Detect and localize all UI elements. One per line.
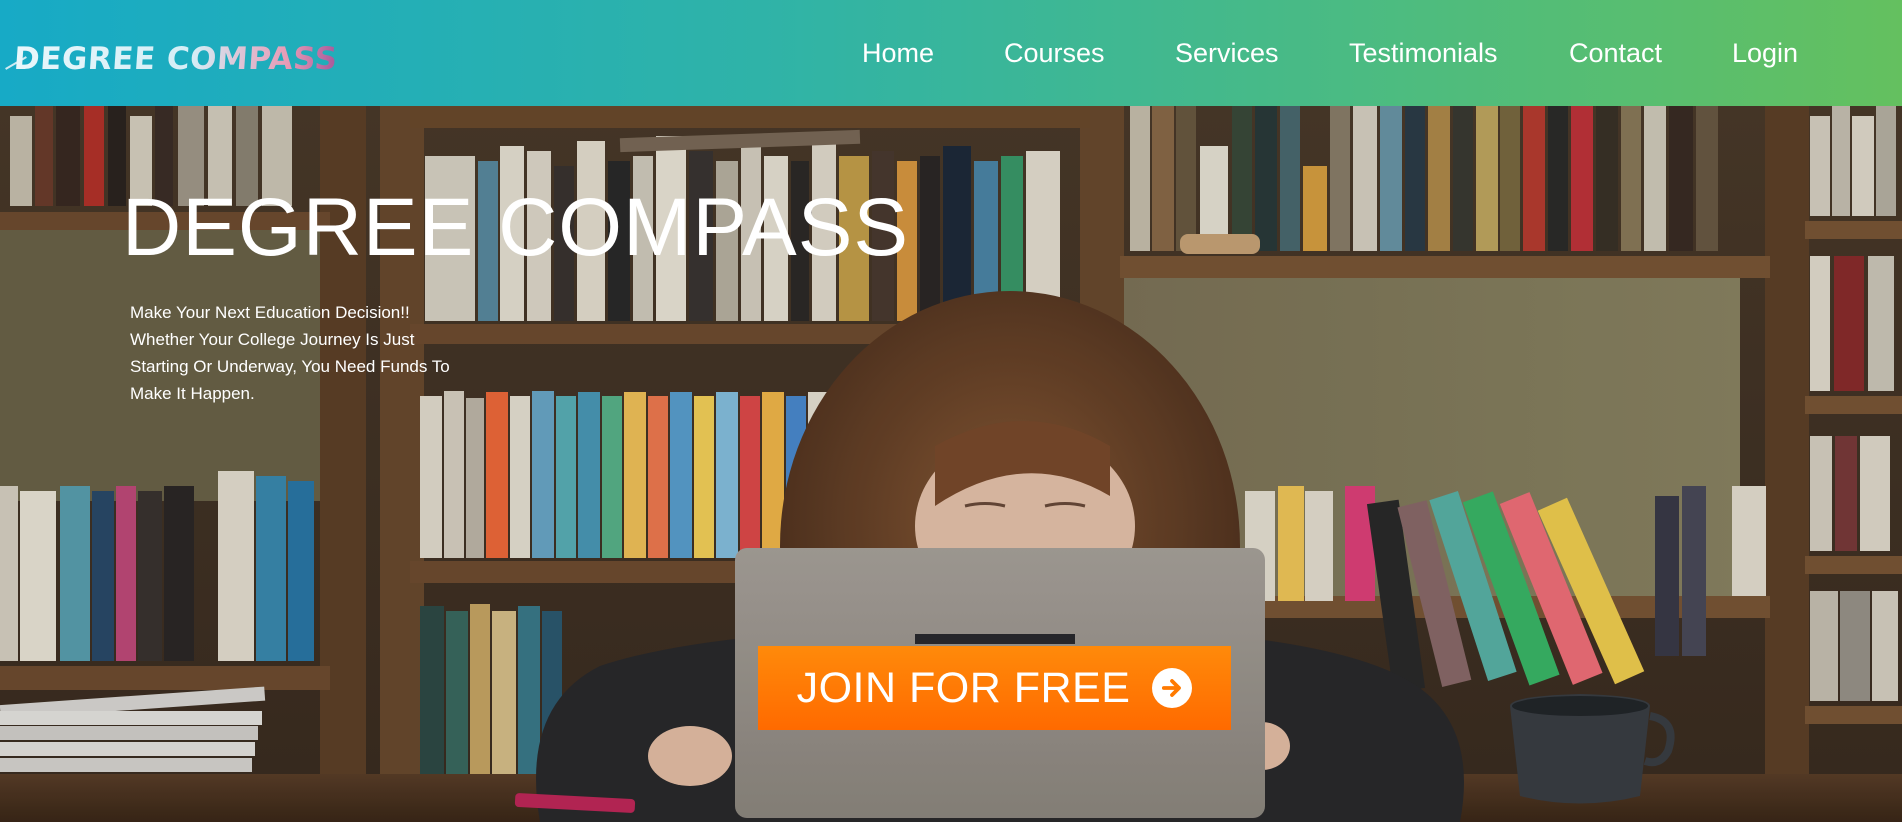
arrow-right-circle-icon: [1152, 668, 1193, 708]
join-button-label: JOIN FOR FREE: [796, 663, 1131, 712]
hero-title: DEGREE COMPASS: [122, 182, 910, 273]
nav-link-login[interactable]: Login: [1732, 0, 1812, 106]
join-for-free-button[interactable]: JOIN FOR FREE: [758, 646, 1231, 730]
nav-link-services[interactable]: Services: [1175, 0, 1295, 106]
nav-link-courses[interactable]: Courses: [1004, 0, 1114, 106]
top-nav-bar: DEGREE COMPASS Home Courses Services Tes…: [0, 0, 1902, 106]
hero-section: DEGREE COMPASS Make Your Next Education …: [0, 106, 1902, 822]
nav-link-contact[interactable]: Contact: [1569, 0, 1679, 106]
nav-link-home[interactable]: Home: [862, 0, 942, 106]
hero-subtitle: Make Your Next Education Decision!! Whet…: [130, 303, 450, 403]
nav-link-testimonials[interactable]: Testimonials: [1349, 0, 1509, 106]
site-logo[interactable]: DEGREE COMPASS: [13, 39, 339, 79]
